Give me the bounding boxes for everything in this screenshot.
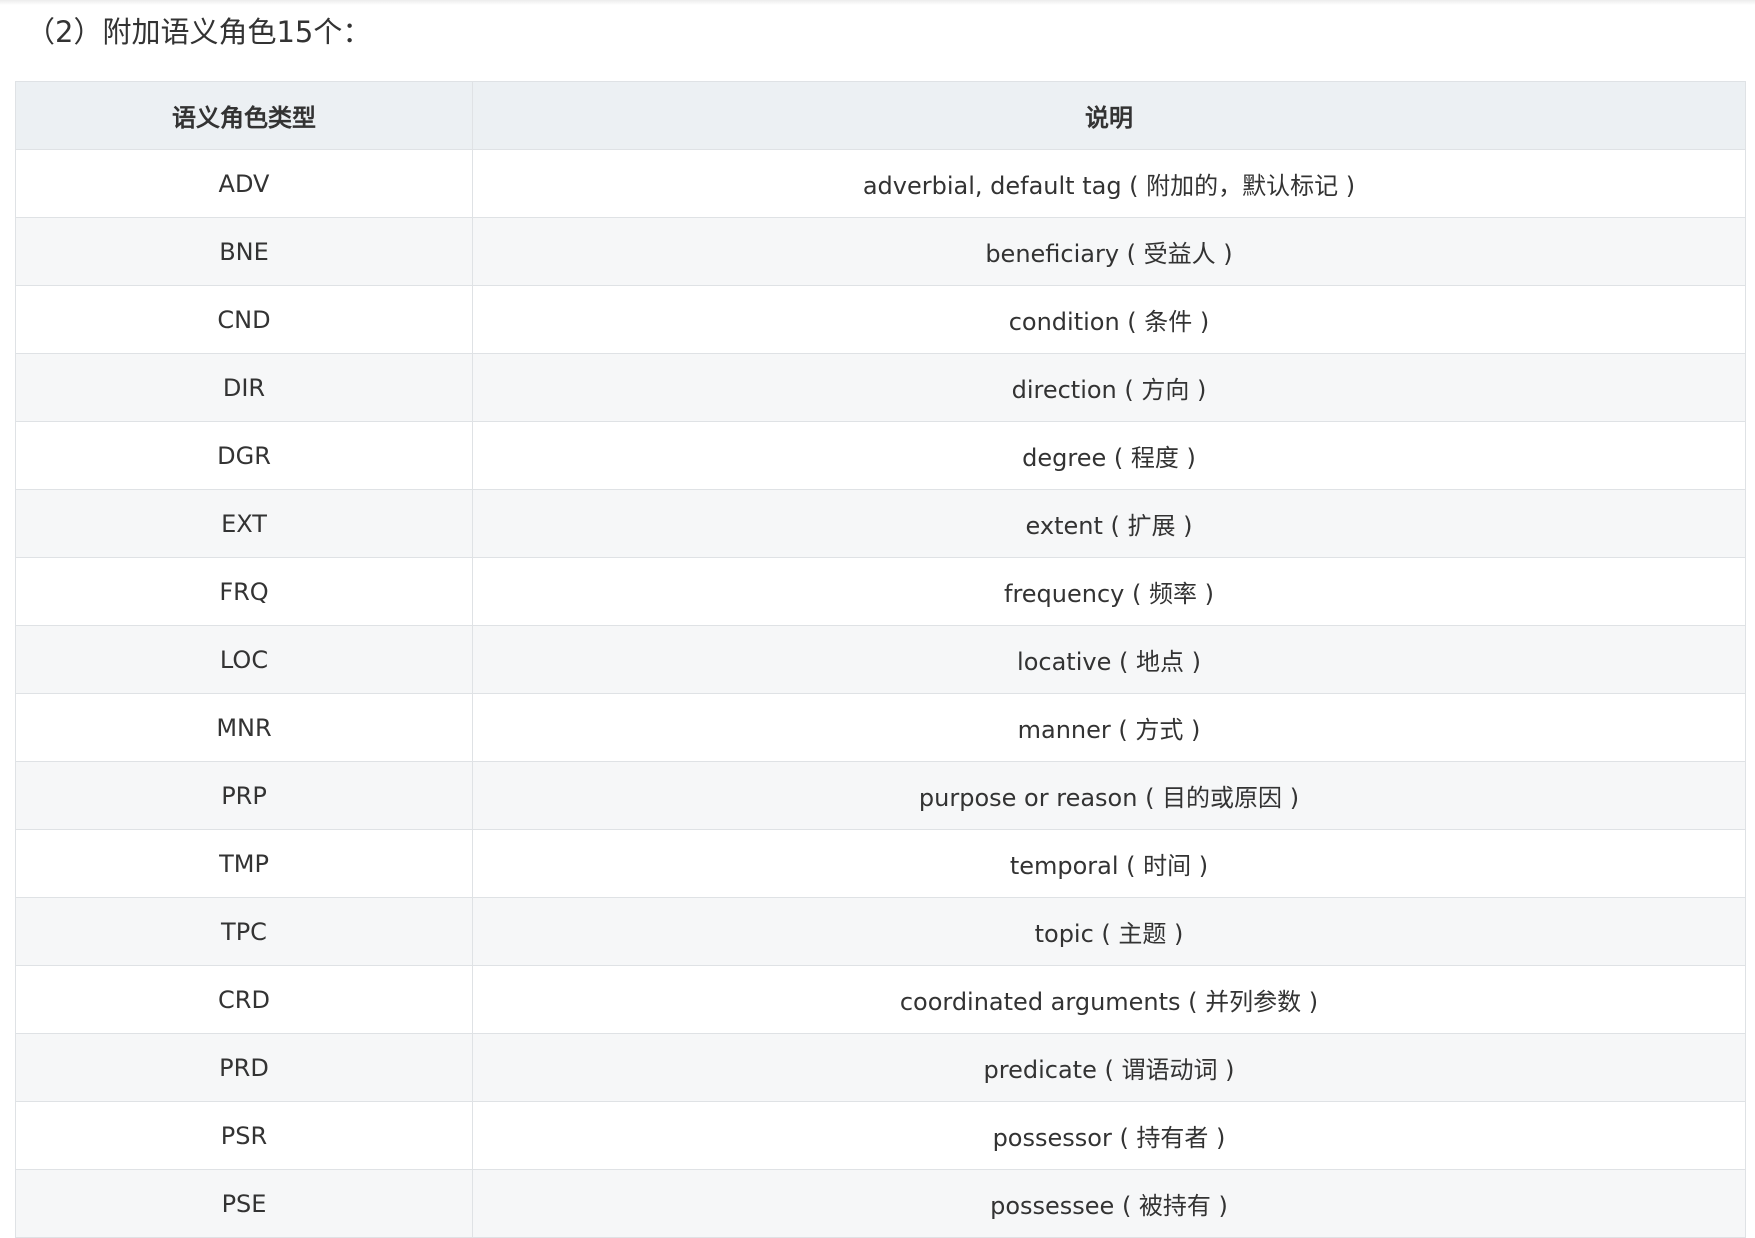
- role-code-cell: DIR: [15, 353, 473, 422]
- column-header-role-type: 语义角色类型: [15, 81, 473, 150]
- role-code-cell: ADV: [15, 149, 473, 218]
- role-description-cell: possessor ( 持有者 ): [472, 1101, 1746, 1170]
- table-header: 语义角色类型 说明: [15, 81, 1746, 150]
- role-description-cell: condition ( 条件 ): [472, 285, 1746, 354]
- role-code-cell: DGR: [15, 421, 473, 490]
- role-code-cell: BNE: [15, 217, 473, 286]
- table-row: EXT extent ( 扩展 ): [15, 489, 1746, 558]
- role-code-cell: FRQ: [15, 557, 473, 626]
- table-row: PRP purpose or reason ( 目的或原因 ): [15, 761, 1746, 830]
- table-row: DGR degree ( 程度 ): [15, 421, 1746, 490]
- role-code-cell: CND: [15, 285, 473, 354]
- role-description-cell: adverbial, default tag ( 附加的，默认标记 ): [472, 149, 1746, 218]
- role-code-cell: EXT: [15, 489, 473, 558]
- role-description-cell: locative ( 地点 ): [472, 625, 1746, 694]
- table-row: PSE possessee ( 被持有 ): [15, 1169, 1746, 1238]
- role-description-cell: predicate ( 谓语动词 ): [472, 1033, 1746, 1102]
- section-heading: （2）附加语义角色15个：: [26, 15, 372, 49]
- role-description-cell: frequency ( 频率 ): [472, 557, 1746, 626]
- table-row: TMP temporal ( 时间 ): [15, 829, 1746, 898]
- role-code-cell: PRD: [15, 1033, 473, 1102]
- role-code-cell: PRP: [15, 761, 473, 830]
- table-row: BNE beneficiary ( 受益人 ): [15, 217, 1746, 286]
- role-description-cell: purpose or reason ( 目的或原因 ): [472, 761, 1746, 830]
- role-description-cell: beneficiary ( 受益人 ): [472, 217, 1746, 286]
- top-divider: [0, 0, 1755, 5]
- role-code-cell: TMP: [15, 829, 473, 898]
- role-description-cell: possessee ( 被持有 ): [472, 1169, 1746, 1238]
- table-row: PRD predicate ( 谓语动词 ): [15, 1033, 1746, 1102]
- table-row: PSR possessor ( 持有者 ): [15, 1101, 1746, 1170]
- role-code-cell: PSR: [15, 1101, 473, 1170]
- table-row: LOC locative ( 地点 ): [15, 625, 1746, 694]
- table-row: DIR direction ( 方向 ): [15, 353, 1746, 422]
- role-description-cell: topic ( 主题 ): [472, 897, 1746, 966]
- role-code-cell: LOC: [15, 625, 473, 694]
- table-row: ADV adverbial, default tag ( 附加的，默认标记 ): [15, 149, 1746, 218]
- role-description-cell: degree ( 程度 ): [472, 421, 1746, 490]
- table-header-row: 语义角色类型 说明: [15, 81, 1746, 150]
- role-description-cell: extent ( 扩展 ): [472, 489, 1746, 558]
- table-row: MNR manner ( 方式 ): [15, 693, 1746, 762]
- role-code-cell: CRD: [15, 965, 473, 1034]
- role-code-cell: MNR: [15, 693, 473, 762]
- table-body: ADV adverbial, default tag ( 附加的，默认标记 ) …: [15, 149, 1746, 1238]
- role-code-cell: TPC: [15, 897, 473, 966]
- table-row: CND condition ( 条件 ): [15, 285, 1746, 354]
- semantic-role-table: 语义角色类型 说明 ADV adverbial, default tag ( 附…: [15, 81, 1746, 1238]
- role-description-cell: temporal ( 时间 ): [472, 829, 1746, 898]
- table-row: CRD coordinated arguments ( 并列参数 ): [15, 965, 1746, 1034]
- role-description-cell: coordinated arguments ( 并列参数 ): [472, 965, 1746, 1034]
- role-code-cell: PSE: [15, 1169, 473, 1238]
- role-description-cell: direction ( 方向 ): [472, 353, 1746, 422]
- semantic-role-table-container: 语义角色类型 说明 ADV adverbial, default tag ( 附…: [15, 81, 1746, 1238]
- table-row: TPC topic ( 主题 ): [15, 897, 1746, 966]
- table-row: FRQ frequency ( 频率 ): [15, 557, 1746, 626]
- role-description-cell: manner ( 方式 ): [472, 693, 1746, 762]
- column-header-description: 说明: [472, 81, 1746, 150]
